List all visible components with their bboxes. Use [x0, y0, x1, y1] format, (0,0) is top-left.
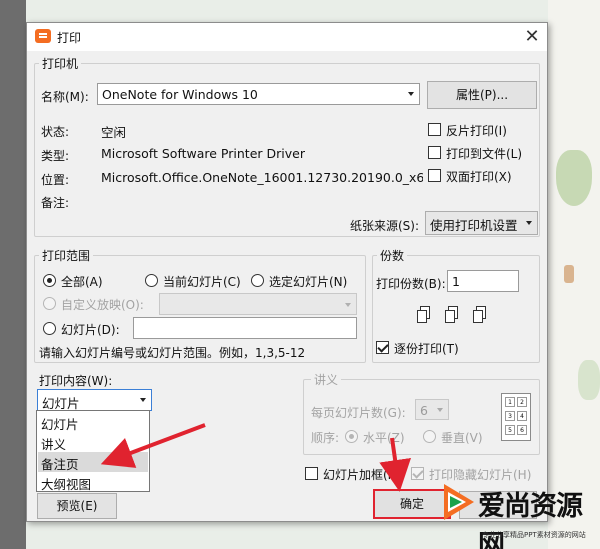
range-custom-radio[interactable]: [43, 297, 56, 310]
status-value: 空闲: [101, 125, 127, 140]
paper-source-label: 纸张来源(S):: [350, 219, 420, 233]
print-content-value: 幻灯片: [42, 396, 80, 411]
range-current-label: 当前幻灯片(C): [163, 275, 241, 289]
range-slides-radio[interactable]: [43, 322, 56, 335]
thumb-4: 4: [517, 411, 527, 421]
thumb-1: 1: [505, 397, 515, 407]
chevron-down-icon: [408, 92, 414, 96]
print-content-select[interactable]: 幻灯片: [37, 389, 152, 411]
collate-label: 逐份打印(T): [394, 342, 459, 356]
printer-group-label: 打印机: [39, 55, 82, 72]
dropdown-option-notes[interactable]: 备注页: [38, 452, 148, 472]
print-range-label: 打印范围: [39, 247, 94, 264]
collate-page-icon: [417, 306, 431, 324]
copies-count-value: 1: [452, 274, 460, 289]
range-slides-label: 幻灯片(D):: [61, 323, 120, 337]
paper-source-select[interactable]: 使用打印机设置: [425, 211, 538, 235]
location-label: 位置:: [41, 173, 70, 187]
location-value: Microsoft.Office.OneNote_16001.12730.201…: [101, 170, 423, 185]
frame-slides-checkbox[interactable]: [305, 467, 318, 480]
range-all-label: 全部(A): [61, 275, 103, 289]
per-page-label: 每页幻灯片数(G):: [311, 406, 406, 420]
print-to-file-label: 打印到文件(L): [446, 147, 523, 161]
printer-name-value: OneNote for Windows 10: [102, 87, 258, 102]
range-all-radio[interactable]: [43, 274, 56, 287]
printer-name-label: 名称(M):: [41, 90, 89, 104]
chevron-down-icon: [140, 398, 146, 402]
dropdown-option-slides[interactable]: 幻灯片: [38, 412, 148, 432]
range-hint: 请输入幻灯片编号或幻灯片范围。例如，1,3,5-12: [39, 346, 306, 360]
chevron-down-icon: [345, 303, 351, 307]
per-page-value: 6: [420, 403, 428, 418]
title-bar: 打印 ✕: [27, 23, 547, 51]
chevron-down-icon: [437, 407, 443, 412]
chevron-down-icon: [526, 221, 532, 225]
custom-show-select[interactable]: [159, 293, 357, 315]
bell-decoration: [578, 360, 600, 400]
thumb-2: 2: [517, 397, 527, 407]
watermark-subtitle: 专业分享精品PPT素材资源的网站: [482, 531, 586, 539]
order-horizontal-radio[interactable]: [345, 430, 358, 443]
status-label: 状态:: [41, 125, 70, 139]
type-label: 类型:: [41, 149, 70, 163]
wps-app-icon: [35, 29, 51, 43]
copies-group-label: 份数: [377, 247, 408, 264]
background-left-panel: [0, 0, 26, 549]
range-selected-radio[interactable]: [251, 274, 264, 287]
print-hidden-checkbox[interactable]: [411, 467, 424, 480]
type-value: Microsoft Software Printer Driver: [101, 146, 305, 161]
preview-button[interactable]: 预览(E): [37, 493, 117, 519]
copies-count-label: 打印份数(B):: [376, 277, 446, 291]
properties-button[interactable]: 属性(P)...: [427, 81, 537, 109]
print-content-dropdown: 幻灯片 讲义 备注页 大纲视图: [36, 410, 150, 492]
frame-slides-label: 幻灯片加框(F): [323, 468, 400, 482]
paper-source-value: 使用打印机设置: [430, 218, 518, 233]
printer-name-select[interactable]: OneNote for Windows 10: [97, 83, 420, 105]
per-page-select[interactable]: 6: [415, 399, 449, 420]
thumb-6: 6: [517, 425, 527, 435]
order-vertical-radio[interactable]: [423, 430, 436, 443]
duplex-label: 双面打印(X): [446, 170, 512, 184]
copies-count-input[interactable]: 1: [447, 270, 519, 292]
close-icon[interactable]: ✕: [521, 26, 543, 48]
collate-checkbox[interactable]: [376, 341, 389, 354]
dropdown-option-outline[interactable]: 大纲视图: [38, 472, 148, 492]
range-selected-label: 选定幻灯片(N): [269, 275, 348, 289]
reverse-print-checkbox[interactable]: [428, 123, 441, 136]
slides-range-input[interactable]: [133, 317, 357, 339]
comment-label: 备注:: [41, 196, 70, 210]
duplex-checkbox[interactable]: [428, 169, 441, 182]
thumb-3: 3: [505, 411, 515, 421]
chime-tassel-decoration: [564, 265, 574, 283]
dropdown-option-handout[interactable]: 讲义: [38, 432, 148, 452]
dialog-title: 打印: [57, 31, 82, 45]
thumb-5: 5: [505, 425, 515, 435]
reverse-print-label: 反片打印(I): [446, 124, 507, 138]
collate-page-icon: [473, 306, 487, 324]
collate-page-icon: [445, 306, 459, 324]
print-to-file-checkbox[interactable]: [428, 146, 441, 159]
order-label: 顺序:: [311, 431, 340, 445]
range-current-radio[interactable]: [145, 274, 158, 287]
handout-layout-preview: 1 2 3 4 5 6: [501, 393, 531, 441]
handout-group-label: 讲义: [311, 371, 342, 388]
order-horizontal-label: 水平(Z): [363, 431, 405, 445]
order-vertical-label: 垂直(V): [441, 431, 483, 445]
play-logo-icon: [438, 480, 478, 524]
range-custom-label: 自定义放映(O):: [61, 298, 144, 312]
print-content-label: 打印内容(W):: [39, 374, 113, 388]
wind-chime-decoration: [556, 150, 592, 206]
background-right-panel: [548, 0, 600, 549]
